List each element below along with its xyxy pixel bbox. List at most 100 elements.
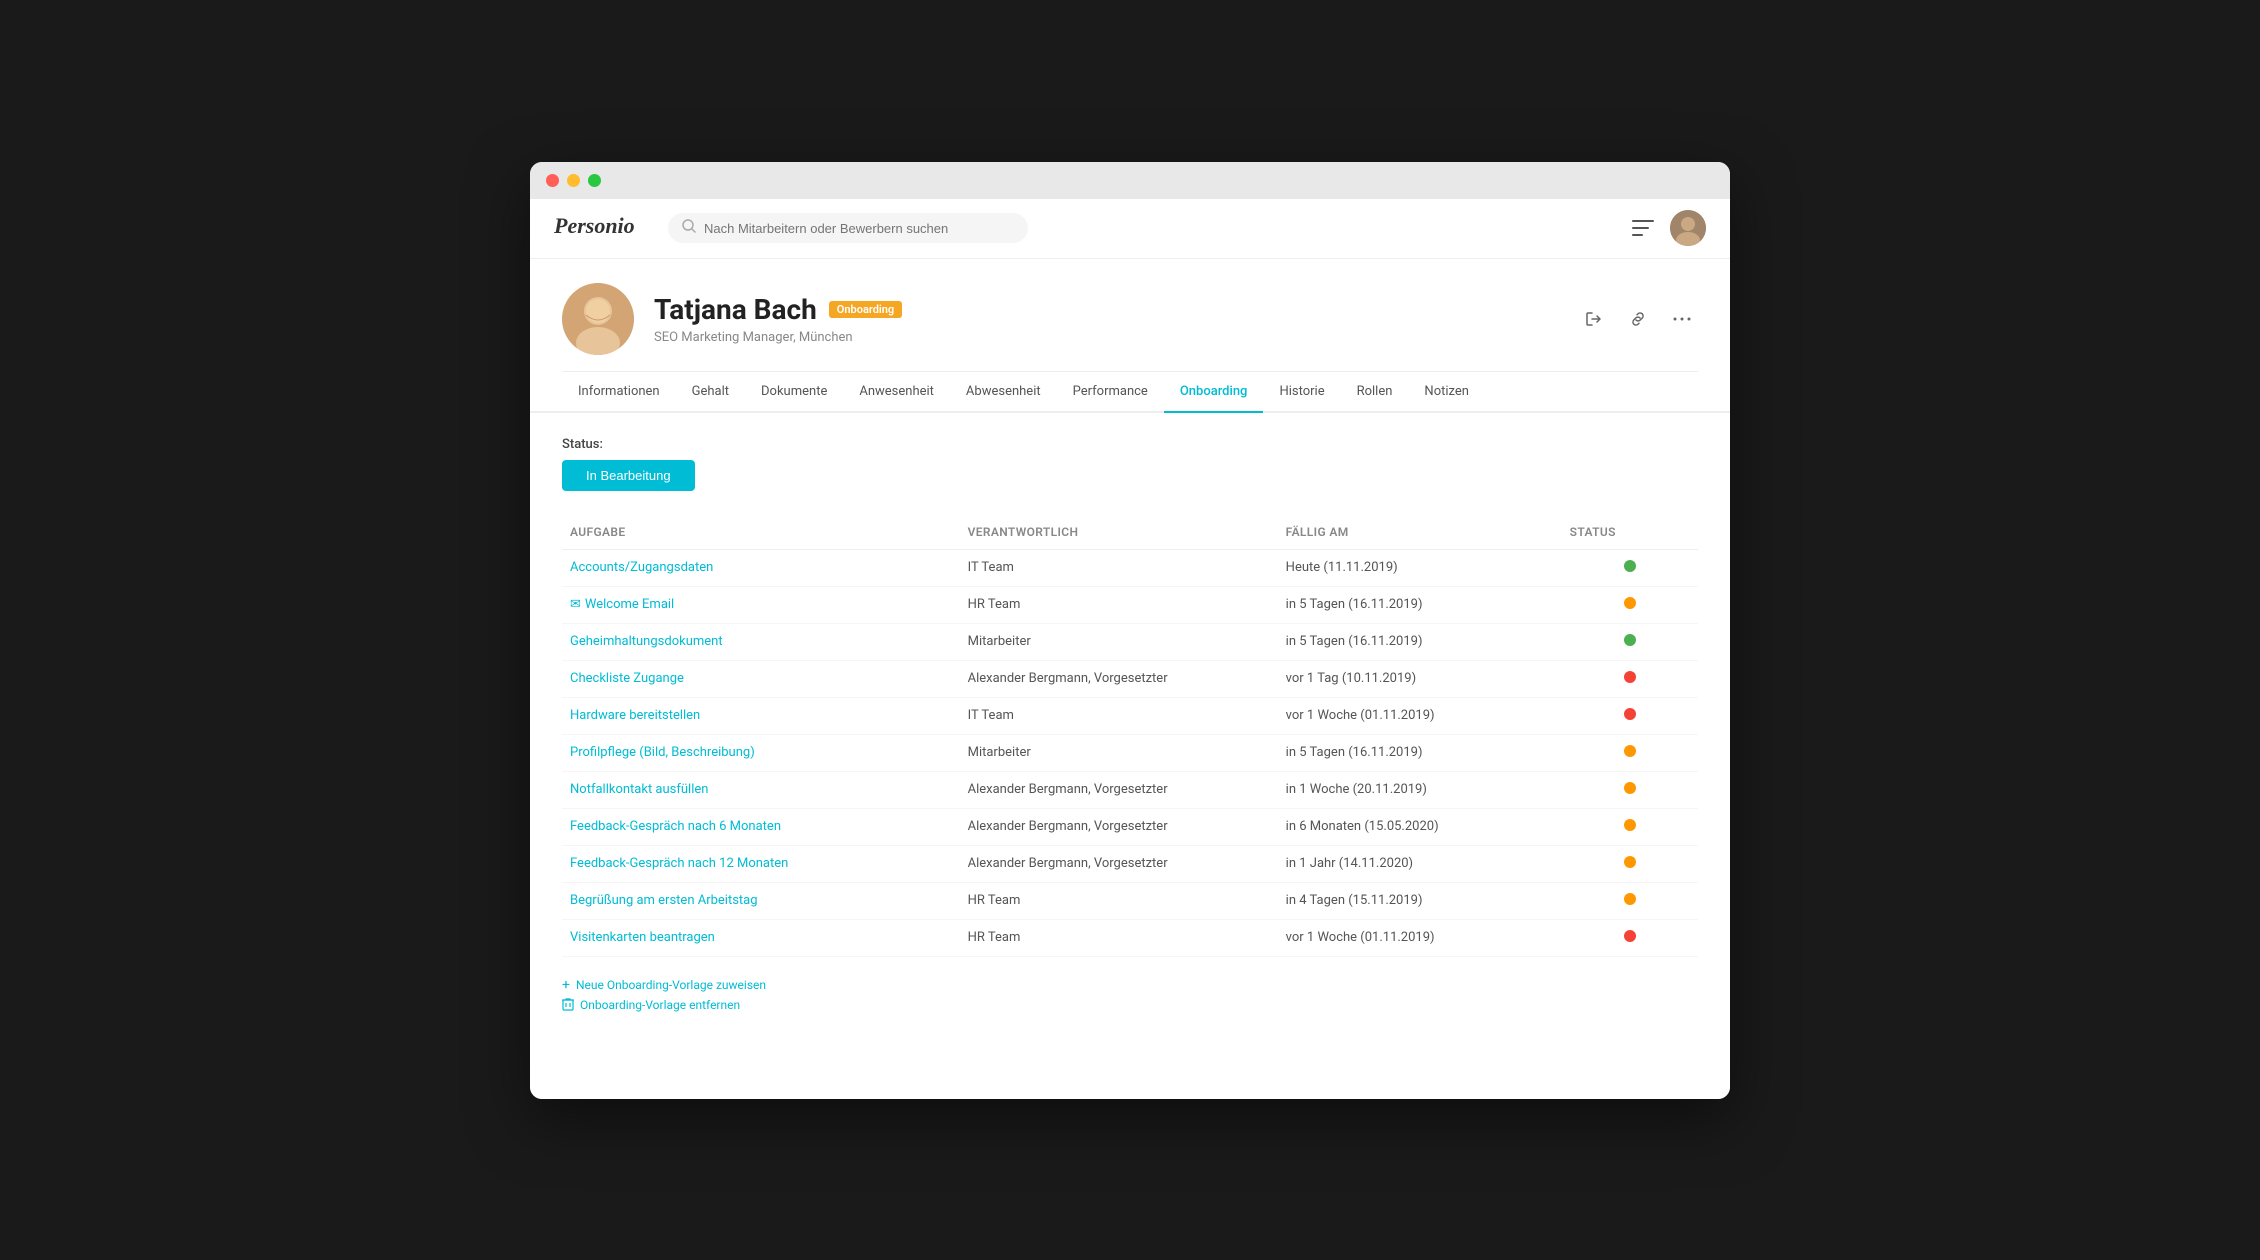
nav-tab-abwesenheit[interactable]: Abwesenheit xyxy=(950,372,1057,413)
task-link-9[interactable]: Begrüßung am ersten Arbeitstag xyxy=(570,893,758,908)
due-cell: in 5 Tagen (16.11.2019) xyxy=(1278,623,1562,660)
search-bar xyxy=(668,213,1028,243)
task-link-5[interactable]: Profilpflege (Bild, Beschreibung) xyxy=(570,745,755,760)
nav-tab-onboarding[interactable]: Onboarding xyxy=(1164,372,1264,413)
logo: Personio xyxy=(554,211,644,245)
nav-tabs: InformationenGehaltDokumenteAnwesenheitA… xyxy=(530,372,1730,413)
search-icon xyxy=(682,219,696,237)
email-icon: ✉ xyxy=(570,597,581,612)
due-cell: in 6 Monaten (15.05.2020) xyxy=(1278,808,1562,845)
responsible-cell: Alexander Bergmann, Vorgesetzter xyxy=(960,771,1278,808)
task-link-0[interactable]: Accounts/Zugangsdaten xyxy=(570,560,713,575)
responsible-cell: Alexander Bergmann, Vorgesetzter xyxy=(960,845,1278,882)
profile-info: Tatjana Bach Onboarding SEO Marketing Ma… xyxy=(654,293,1558,345)
nav-tab-notizen[interactable]: Notizen xyxy=(1408,372,1485,413)
status-cell xyxy=(1562,586,1698,623)
task-link-6[interactable]: Notfallkontakt ausfüllen xyxy=(570,782,708,797)
status-dot-orange xyxy=(1624,856,1636,868)
status-cell xyxy=(1562,549,1698,586)
status-button[interactable]: In Bearbeitung xyxy=(562,460,695,491)
status-cell xyxy=(1562,660,1698,697)
status-cell xyxy=(1562,623,1698,660)
more-icon[interactable] xyxy=(1666,303,1698,335)
col-header-responsible: Verantwortlich xyxy=(960,515,1278,550)
status-dot-green xyxy=(1624,634,1636,646)
responsible-cell: Alexander Bergmann, Vorgesetzter xyxy=(960,808,1278,845)
status-dot-red xyxy=(1624,671,1636,683)
remove-template-link[interactable]: Onboarding-Vorlage entfernen xyxy=(562,997,1698,1014)
nav-tab-anwesenheit[interactable]: Anwesenheit xyxy=(843,372,950,413)
close-button[interactable] xyxy=(546,174,559,187)
onboarding-badge: Onboarding xyxy=(829,301,902,318)
status-cell xyxy=(1562,808,1698,845)
search-input[interactable] xyxy=(704,221,1014,236)
link-icon[interactable] xyxy=(1622,303,1654,335)
table-header: Aufgabe Verantwortlich Fällig am Status xyxy=(562,515,1698,550)
due-cell: in 1 Woche (20.11.2019) xyxy=(1278,771,1562,808)
status-cell xyxy=(1562,771,1698,808)
nav-tab-historie[interactable]: Historie xyxy=(1263,372,1340,413)
table-row: Notfallkontakt ausfüllen Alexander Bergma… xyxy=(562,771,1698,808)
footer-links: + Neue Onboarding-Vorlage zuweisen Onbo xyxy=(562,977,1698,1014)
status-dot-red xyxy=(1624,708,1636,720)
plus-icon: + xyxy=(562,977,570,993)
responsible-cell: Mitarbeiter xyxy=(960,623,1278,660)
col-header-status: Status xyxy=(1562,515,1698,550)
table-row: Begrüßung am ersten ArbeitstagHR Teamin … xyxy=(562,882,1698,919)
topbar: Personio xyxy=(530,199,1730,259)
table-row: Hardware bereitstellen IT Teamvor 1 Woche… xyxy=(562,697,1698,734)
status-dot-orange xyxy=(1624,782,1636,794)
filter-icon[interactable] xyxy=(1632,220,1654,236)
app-window: Personio xyxy=(530,162,1730,1099)
task-link-10[interactable]: Visitenkarten beantragen xyxy=(570,930,715,945)
status-dot-green xyxy=(1624,560,1636,572)
minimize-button[interactable] xyxy=(567,174,580,187)
nav-tab-rollen[interactable]: Rollen xyxy=(1341,372,1409,413)
login-icon[interactable] xyxy=(1578,303,1610,335)
status-label: Status: xyxy=(562,437,1698,452)
user-avatar[interactable] xyxy=(1670,210,1706,246)
status-dot-orange xyxy=(1624,893,1636,905)
due-cell: in 5 Tagen (16.11.2019) xyxy=(1278,586,1562,623)
new-template-link[interactable]: + Neue Onboarding-Vorlage zuweisen xyxy=(562,977,1698,993)
responsible-cell: IT Team xyxy=(960,549,1278,586)
table-row: Geheimhaltungsdokument Mitarbeiterin 5 Ta… xyxy=(562,623,1698,660)
responsible-cell: IT Team xyxy=(960,697,1278,734)
profile-avatar xyxy=(562,283,634,355)
profile-actions xyxy=(1578,303,1698,335)
table-row: ✉Welcome Email HR Teamin 5 Tagen (16.11.2… xyxy=(562,586,1698,623)
svg-text:Personio: Personio xyxy=(554,213,635,238)
nav-tab-gehalt[interactable]: Gehalt xyxy=(676,372,745,413)
due-cell: in 4 Tagen (15.11.2019) xyxy=(1278,882,1562,919)
task-link-8[interactable]: Feedback-Gespräch nach 12 Monaten xyxy=(570,856,788,871)
titlebar xyxy=(530,162,1730,199)
responsible-cell: HR Team xyxy=(960,919,1278,956)
responsible-cell: HR Team xyxy=(960,586,1278,623)
nav-tab-informationen[interactable]: Informationen xyxy=(562,372,676,413)
table-row: Profilpflege (Bild, Beschreibung)Mitarbe… xyxy=(562,734,1698,771)
status-cell xyxy=(1562,697,1698,734)
status-dot-red xyxy=(1624,930,1636,942)
due-cell: in 5 Tagen (16.11.2019) xyxy=(1278,734,1562,771)
task-link-3[interactable]: Checkliste Zugange xyxy=(570,671,684,686)
nav-tab-dokumente[interactable]: Dokumente xyxy=(745,372,843,413)
col-header-due: Fällig am xyxy=(1278,515,1562,550)
due-cell: vor 1 Woche (01.11.2019) xyxy=(1278,697,1562,734)
due-cell: in 1 Jahr (14.11.2020) xyxy=(1278,845,1562,882)
task-link-1[interactable]: ✉Welcome Email xyxy=(570,597,674,612)
trash-icon xyxy=(562,997,574,1014)
task-link-4[interactable]: Hardware bereitstellen xyxy=(570,708,700,723)
task-table-body: Accounts/ZugangsdatenIT TeamHeute (11.11… xyxy=(562,549,1698,956)
col-header-task: Aufgabe xyxy=(562,515,960,550)
maximize-button[interactable] xyxy=(588,174,601,187)
task-link-7[interactable]: Feedback-Gespräch nach 6 Monaten xyxy=(570,819,781,834)
task-table: Aufgabe Verantwortlich Fällig am Status … xyxy=(562,515,1698,957)
status-cell xyxy=(1562,919,1698,956)
table-row: Visitenkarten beantragenHR Teamvor 1 Woc… xyxy=(562,919,1698,956)
remove-template-label: Onboarding-Vorlage entfernen xyxy=(580,998,740,1012)
table-row: Accounts/ZugangsdatenIT TeamHeute (11.11… xyxy=(562,549,1698,586)
status-dot-orange xyxy=(1624,745,1636,757)
nav-tab-performance[interactable]: Performance xyxy=(1057,372,1164,413)
status-dot-orange xyxy=(1624,597,1636,609)
task-link-2[interactable]: Geheimhaltungsdokument xyxy=(570,634,723,649)
